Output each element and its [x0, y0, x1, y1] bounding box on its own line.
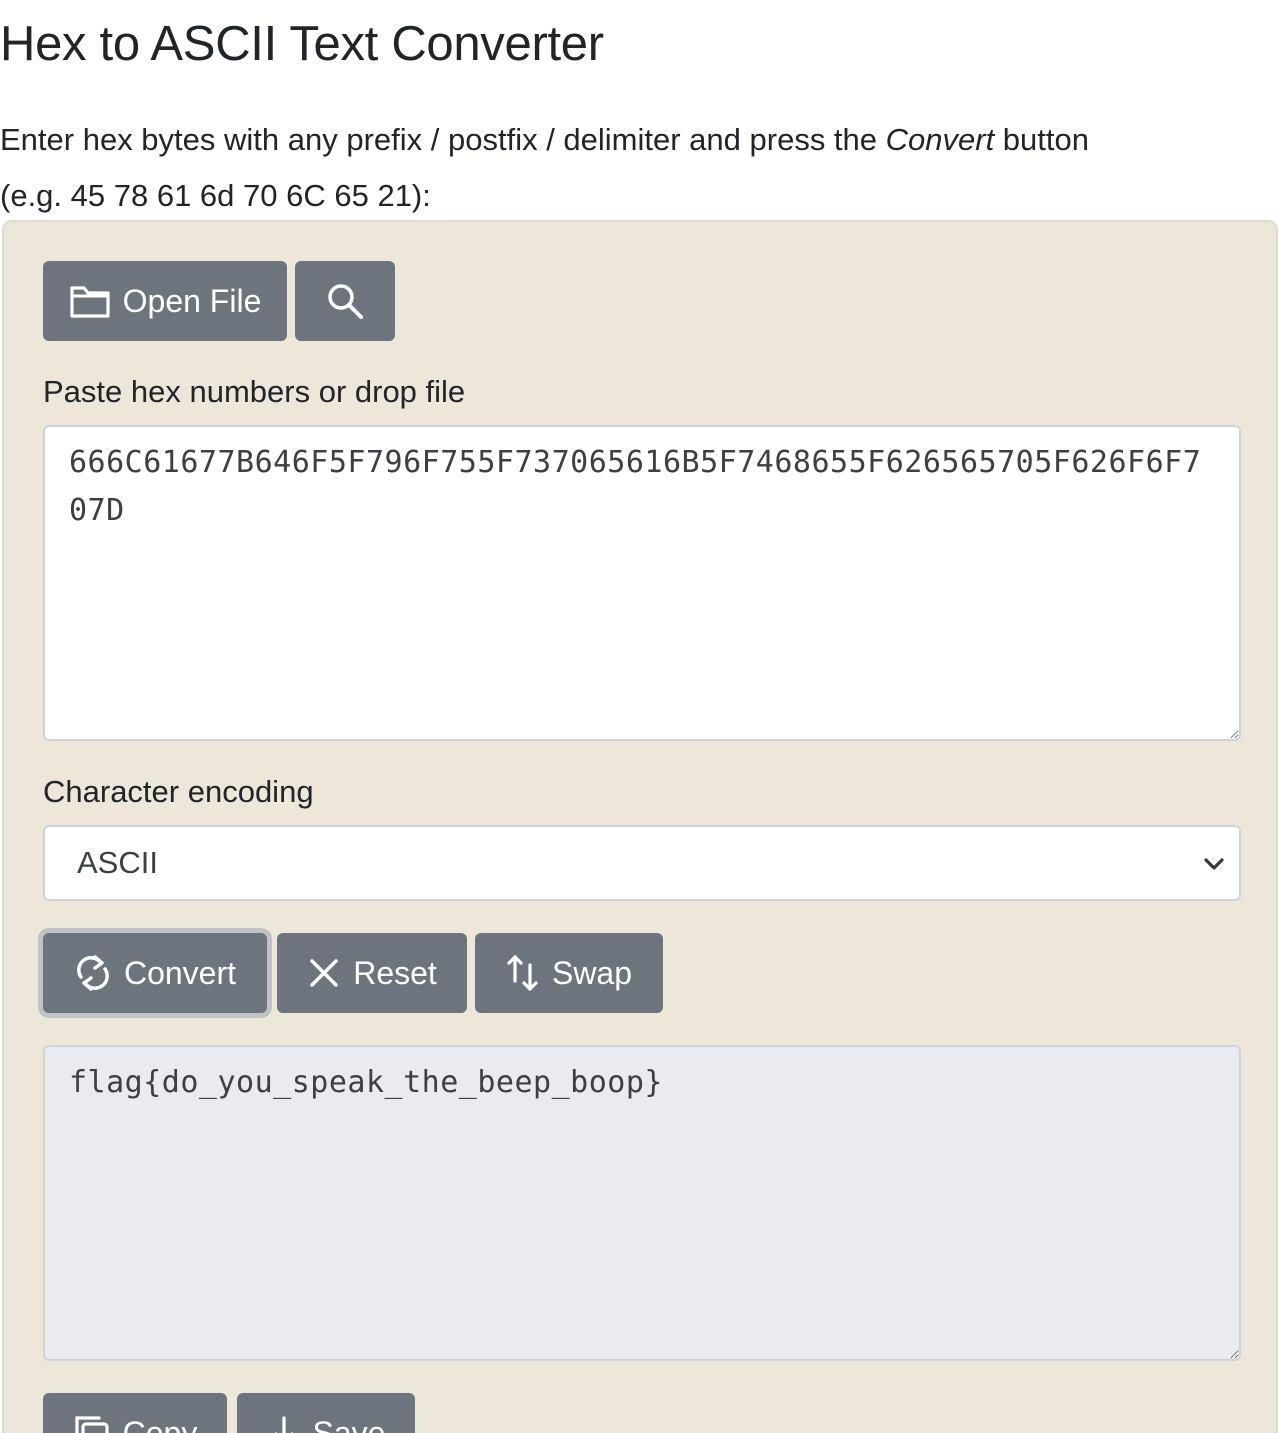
save-button[interactable]: Save	[237, 1393, 415, 1433]
copy-button[interactable]: Copy	[43, 1393, 227, 1433]
copy-icon	[75, 1416, 109, 1433]
convert-button[interactable]: Convert	[43, 933, 267, 1013]
converter-panel: Open File Paste hex numbers or drop file…	[2, 220, 1278, 1433]
reset-label: Reset	[353, 954, 437, 991]
folder-icon	[70, 286, 110, 318]
page: Hex to ASCII Text Converter Enter hex by…	[0, 0, 1285, 1433]
intro-text-emphasis: Convert	[885, 122, 995, 157]
encoding-selected-value: ASCII	[77, 845, 158, 880]
search-button[interactable]	[295, 261, 395, 341]
encoding-select[interactable]: ASCII	[43, 825, 1241, 901]
text-output[interactable]: flag{do_you_speak_the_beep_boop}	[43, 1045, 1241, 1361]
input-label: Paste hex numbers or drop file	[43, 374, 466, 409]
chevron-down-icon	[1204, 858, 1224, 870]
encoding-label: Character encoding	[43, 774, 314, 809]
save-label: Save	[312, 1414, 386, 1433]
swap-label: Swap	[551, 954, 633, 991]
reset-button[interactable]: Reset	[277, 933, 467, 1013]
swap-button[interactable]: Swap	[475, 933, 663, 1013]
intro-line-2: (e.g. 45 78 61 6d 70 6C 65 21):	[0, 178, 431, 213]
open-file-label: Open File	[122, 282, 262, 319]
download-icon	[274, 1416, 293, 1433]
convert-label: Convert	[123, 954, 237, 991]
copy-label: Copy	[122, 1414, 198, 1433]
hex-input[interactable]: 666C61677B646F5F796F755F737065616B5F7468…	[43, 425, 1241, 741]
intro-text-before: Enter hex bytes with any prefix / postfi…	[0, 122, 886, 157]
refresh-icon	[77, 955, 109, 991]
intro-text-after: button	[994, 122, 1089, 157]
intro-text: Enter hex bytes with any prefix / postfi…	[0, 112, 1260, 224]
swap-icon	[507, 955, 538, 991]
page-title: Hex to ASCII Text Converter	[0, 17, 604, 71]
close-icon	[310, 959, 338, 987]
open-file-button[interactable]: Open File	[43, 261, 287, 341]
search-icon	[328, 284, 363, 319]
intro-line-1: Enter hex bytes with any prefix / postfi…	[0, 112, 1260, 168]
